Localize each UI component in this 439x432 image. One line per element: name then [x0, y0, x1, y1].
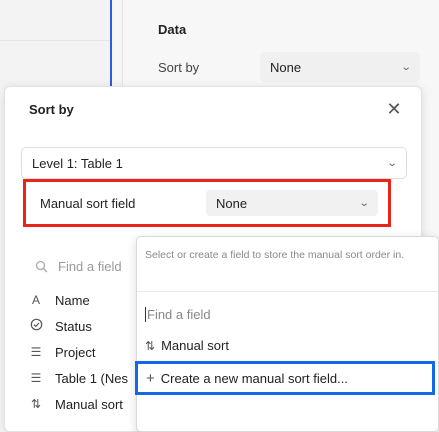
list-item[interactable]: A Name — [29, 287, 128, 313]
field-search[interactable]: Find a field — [35, 259, 122, 274]
field-label: Status — [55, 318, 92, 334]
lookup-icon: ☰ — [30, 345, 42, 359]
manual-sort-field-select[interactable]: None ⌄ — [206, 190, 378, 216]
text-icon: A — [31, 293, 40, 307]
manual-sort-field-label: Manual sort field — [40, 196, 136, 211]
background-accent-line — [110, 0, 112, 90]
status-icon — [29, 318, 43, 334]
plus-icon: + — [146, 369, 155, 387]
list-item[interactable]: ☰ Project — [29, 339, 128, 365]
data-section-title: Data — [158, 22, 187, 37]
manual-sort-field-value: None — [216, 195, 248, 211]
dropdown-search-input[interactable]: Find a field — [145, 307, 211, 322]
field-label: Table 1 (Nes — [55, 370, 128, 386]
level-select-value: Level 1: Table 1 — [32, 155, 123, 171]
create-manual-sort-field-button[interactable]: + Create a new manual sort field... — [135, 361, 435, 395]
manual-sort-field-row: Manual sort field None ⌄ — [23, 179, 391, 227]
dropdown-option-label: Manual sort — [161, 338, 229, 353]
dialog-title: Sort by — [29, 102, 74, 117]
field-search-placeholder: Find a field — [58, 259, 122, 274]
background-divider — [0, 40, 110, 41]
close-icon[interactable]: ✕ — [385, 100, 403, 118]
sort-icon: ⇅ — [30, 397, 42, 411]
dropdown-option-manual-sort[interactable]: ⇅ Manual sort — [145, 338, 229, 353]
dropdown-search-placeholder: Find a field — [147, 307, 211, 322]
sort-icon: ⇅ — [145, 338, 156, 353]
manual-sort-field-dropdown: Select or create a field to store the ma… — [135, 236, 439, 432]
list-item[interactable]: Status — [29, 313, 128, 339]
chevron-down-icon: ⌄ — [400, 61, 412, 73]
field-label: Project — [55, 344, 96, 360]
sort-by-select[interactable]: None ⌄ — [260, 52, 420, 82]
field-label: Manual sort — [55, 396, 123, 412]
background-left-area — [0, 0, 110, 90]
lookup-icon: ☰ — [30, 371, 42, 385]
level-select[interactable]: Level 1: Table 1 ⌄ — [21, 147, 407, 179]
search-icon — [35, 260, 48, 273]
sort-by-select-value: None — [270, 59, 302, 75]
chevron-down-icon: ⌄ — [358, 197, 370, 209]
list-item[interactable]: ☰ Table 1 (Nes — [29, 365, 128, 391]
create-field-label: Create a new manual sort field... — [160, 370, 348, 386]
list-item[interactable]: ⇅ Manual sort — [29, 391, 128, 417]
chevron-down-icon: ⌄ — [386, 157, 398, 169]
field-label: Name — [55, 292, 90, 308]
dropdown-divider — [137, 291, 438, 292]
text-caret — [145, 307, 146, 322]
field-list: A Name Status ☰ Project ☰ Table 1 (Nes ⇅… — [29, 287, 128, 417]
sort-by-label: Sort by — [158, 60, 200, 75]
dropdown-hint: Select or create a field to store the ma… — [145, 249, 405, 261]
